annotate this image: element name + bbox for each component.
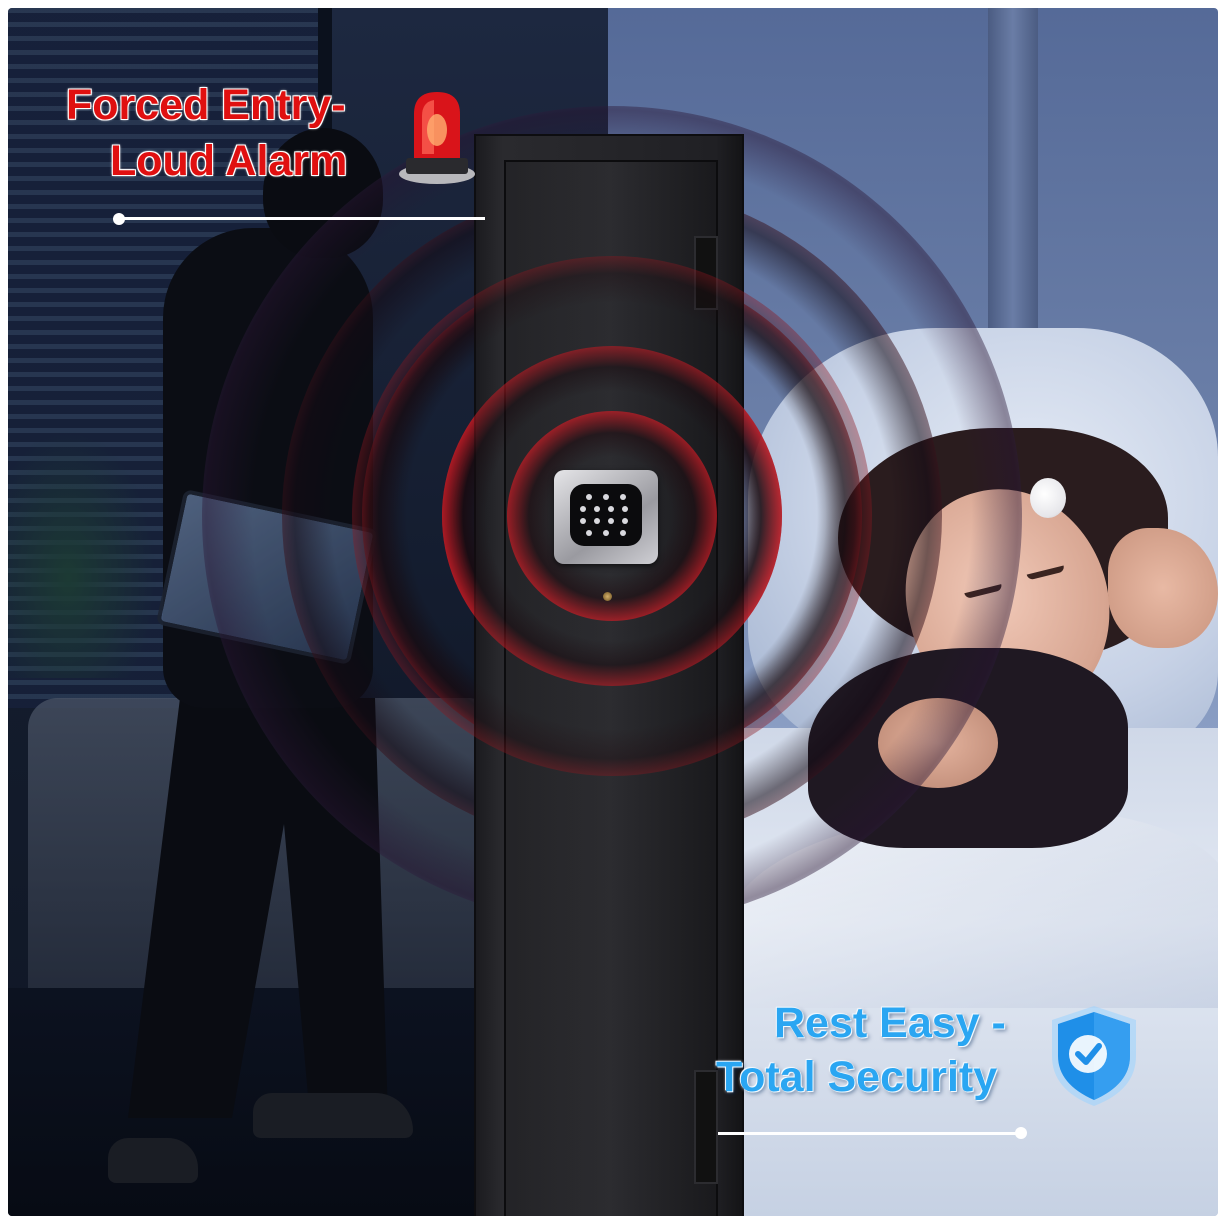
houseplant bbox=[8, 428, 158, 678]
security-callout-line bbox=[718, 1132, 1021, 1135]
security-callout-line1: Rest Easy - bbox=[774, 999, 1006, 1047]
shield-check-icon bbox=[1052, 1006, 1136, 1106]
keypad-key[interactable] bbox=[622, 506, 628, 512]
electronic-keypad[interactable] bbox=[554, 470, 658, 564]
key-lock bbox=[603, 592, 612, 601]
security-callout-line2: Total Security bbox=[716, 1053, 998, 1101]
alarm-callout-line2: Loud Alarm bbox=[110, 137, 348, 185]
keypad-key[interactable] bbox=[586, 494, 592, 500]
callout-dot bbox=[1015, 1127, 1027, 1139]
keypad-key[interactable] bbox=[608, 518, 614, 524]
keypad-key[interactable] bbox=[608, 506, 614, 512]
keypad-key[interactable] bbox=[622, 518, 628, 524]
closed-eye bbox=[1026, 565, 1066, 581]
alarm-callout-line bbox=[119, 217, 485, 220]
alarm-callout-line1: Forced Entry- bbox=[66, 81, 346, 129]
door-handle bbox=[694, 236, 718, 310]
keypad-face bbox=[570, 484, 642, 546]
safe-door bbox=[504, 160, 718, 1216]
keypad-key[interactable] bbox=[594, 518, 600, 524]
keypad-key[interactable] bbox=[586, 530, 592, 536]
door-hinge bbox=[694, 1070, 718, 1184]
keypad-key[interactable] bbox=[580, 518, 586, 524]
keypad-key[interactable] bbox=[580, 506, 586, 512]
burglar-shoe bbox=[108, 1138, 198, 1183]
keypad-key[interactable] bbox=[603, 494, 609, 500]
earplug bbox=[1030, 478, 1066, 518]
siren-icon bbox=[399, 92, 475, 184]
keypad-key[interactable] bbox=[594, 506, 600, 512]
burglar-shoe bbox=[253, 1093, 413, 1138]
keypad-key[interactable] bbox=[620, 494, 626, 500]
keypad-key[interactable] bbox=[603, 530, 609, 536]
keypad-key[interactable] bbox=[620, 530, 626, 536]
product-image: Forced Entry- Loud Alarm Rest Easy - Tot… bbox=[8, 8, 1218, 1216]
